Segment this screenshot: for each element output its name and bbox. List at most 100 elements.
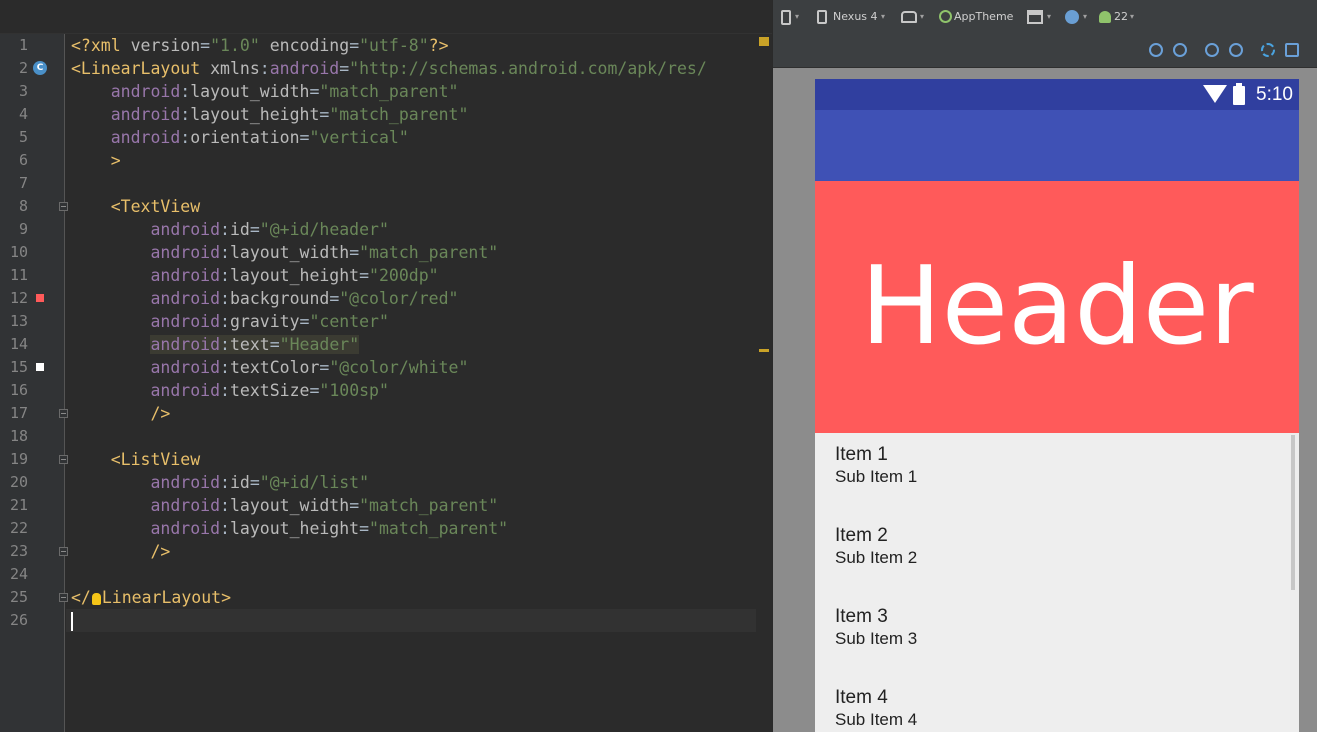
code-token: android bbox=[269, 59, 340, 78]
code-token: = bbox=[329, 289, 340, 308]
gutter-line: 19 bbox=[0, 448, 68, 471]
phone-icon bbox=[817, 10, 827, 24]
code-line[interactable]: android:orientation="vertical" bbox=[66, 126, 772, 149]
code-line[interactable]: android:layout_width="match_parent" bbox=[66, 494, 772, 517]
code-token: LinearLayout> bbox=[101, 588, 232, 607]
line-number: 18 bbox=[9, 427, 28, 445]
code-token: = bbox=[269, 335, 280, 354]
chevron-down-icon: ▾ bbox=[881, 12, 886, 21]
code-line[interactable]: android:layout_height="match_parent" bbox=[66, 103, 772, 126]
code-line[interactable]: android:layout_height="match_parent" bbox=[66, 517, 772, 540]
code-line[interactable]: android:gravity="center" bbox=[66, 310, 772, 333]
activity-dropdown[interactable]: ▾ bbox=[1025, 6, 1055, 28]
class-badge-icon[interactable]: C bbox=[33, 61, 47, 75]
code-token: android bbox=[150, 220, 221, 239]
gutter-line: 20 bbox=[0, 471, 65, 494]
code-line[interactable] bbox=[66, 425, 772, 448]
line-number: 16 bbox=[9, 381, 28, 399]
line-number: 26 bbox=[9, 611, 28, 629]
code-line[interactable]: <TextView bbox=[66, 195, 772, 218]
fold-marker-icon[interactable] bbox=[59, 593, 68, 602]
orientation-dropdown[interactable]: ▾ bbox=[899, 6, 929, 28]
code-line[interactable]: android:id="@+id/header" bbox=[66, 218, 772, 241]
stripe-warning-marker[interactable] bbox=[759, 37, 769, 46]
line-number: 22 bbox=[9, 519, 28, 537]
device-dropdown[interactable]: Nexus 4 ▾ bbox=[815, 6, 889, 28]
zoom-out-icon[interactable] bbox=[1229, 43, 1243, 57]
code-line[interactable]: android:layout_height="200dp" bbox=[66, 264, 772, 287]
code-line[interactable]: android:layout_width="match_parent" bbox=[66, 80, 772, 103]
fold-marker-icon[interactable] bbox=[59, 455, 68, 464]
code-token: "center" bbox=[309, 312, 389, 331]
code-token: : bbox=[220, 335, 230, 354]
code-token: : bbox=[259, 59, 270, 78]
list-scrollbar[interactable] bbox=[1291, 435, 1295, 590]
api-level-dropdown[interactable]: 22 ▾ bbox=[1097, 6, 1139, 28]
fold-marker-icon[interactable] bbox=[59, 202, 68, 211]
fold-marker-icon[interactable] bbox=[59, 547, 68, 556]
fold-marker-icon[interactable] bbox=[59, 409, 68, 418]
list-item[interactable]: Item 4 Sub Item 4 bbox=[815, 676, 1285, 732]
code-line[interactable] bbox=[66, 563, 772, 586]
gutter-line: 12 bbox=[0, 287, 65, 310]
color-swatch-icon[interactable] bbox=[36, 294, 44, 302]
list-item-subtitle: Sub Item 3 bbox=[835, 629, 918, 648]
design-mode-dropdown[interactable]: ▾ bbox=[779, 6, 807, 28]
code-line[interactable]: </ LinearLayout> bbox=[66, 586, 772, 609]
code-line[interactable]: /> bbox=[66, 402, 772, 425]
list-item[interactable]: Item 2 Sub Item 2 bbox=[815, 514, 1285, 595]
code-line[interactable] bbox=[66, 172, 772, 195]
color-swatch-icon[interactable] bbox=[36, 363, 44, 371]
screenshot-icon[interactable] bbox=[1285, 43, 1299, 57]
code-line[interactable]: <ListView bbox=[66, 448, 772, 471]
list-item[interactable]: Item 3 Sub Item 3 bbox=[815, 595, 1285, 676]
code-token: "200dp" bbox=[369, 266, 439, 285]
code-token: = bbox=[309, 381, 320, 400]
code-line[interactable]: android:textColor="@color/white" bbox=[66, 356, 772, 379]
code-token: <ListView bbox=[110, 450, 201, 469]
line-number: 3 bbox=[18, 82, 28, 100]
code-token: = bbox=[349, 243, 360, 262]
zoom-fit-icon[interactable] bbox=[1149, 43, 1163, 57]
gutter-line: 5 bbox=[0, 126, 65, 149]
code-token: = bbox=[200, 36, 211, 55]
code-line[interactable]: > bbox=[66, 149, 772, 172]
battery-icon bbox=[1233, 83, 1245, 105]
code-line[interactable]: <?xml version="1.0" encoding="utf-8"?> bbox=[66, 34, 772, 57]
header-textview[interactable]: Header bbox=[815, 181, 1299, 433]
code-line[interactable]: android:text="Header" bbox=[66, 333, 772, 356]
intention-bulb-icon[interactable] bbox=[91, 592, 101, 605]
code-token: layout_width bbox=[190, 82, 310, 101]
code-line[interactable]: android:background="@color/red" bbox=[66, 287, 772, 310]
locale-dropdown[interactable]: ▾ bbox=[1063, 6, 1091, 28]
code-token: layout_height bbox=[229, 266, 360, 285]
code-line[interactable]: /> bbox=[66, 540, 772, 563]
stripe-highlight-marker[interactable] bbox=[759, 349, 769, 352]
zoom-in-icon[interactable] bbox=[1205, 43, 1219, 57]
code-editor[interactable]: 1 2 C 3 4 5 6 7 8 9 10 11 12 13 14 15 16 17 18 19 20 21 22 23 24… bbox=[0, 0, 772, 732]
code-area[interactable]: <?xml version="1.0" encoding="utf-8"?> <L… bbox=[66, 34, 772, 732]
gutter-line: 3 bbox=[0, 80, 65, 103]
gutter-line: 17 bbox=[0, 402, 68, 425]
code-line[interactable] bbox=[66, 609, 772, 632]
code-line[interactable]: android:id="@+id/list" bbox=[66, 471, 772, 494]
list-item[interactable]: Item 1 Sub Item 1 bbox=[815, 433, 1285, 514]
refresh-icon[interactable] bbox=[1261, 43, 1275, 57]
code-token: "http://schemas.android.com/apk/res/ bbox=[349, 59, 707, 78]
gutter-line: 16 bbox=[0, 379, 65, 402]
code-line[interactable]: <LinearLayout xmlns:android="http://sche… bbox=[66, 57, 772, 80]
zoom-actual-icon[interactable] bbox=[1173, 43, 1187, 57]
listview[interactable]: Item 1 Sub Item 1 Item 2 Sub Item 2 Item 3 Su… bbox=[815, 433, 1299, 732]
code-line[interactable]: android:textSize="100sp" bbox=[66, 379, 772, 402]
status-bar: 5:10 bbox=[815, 79, 1299, 110]
theme-dropdown[interactable]: AppTheme bbox=[937, 6, 1015, 28]
code-token: "100sp" bbox=[319, 381, 389, 400]
code-line[interactable]: android:layout_width="match_parent" bbox=[66, 241, 772, 264]
line-number: 2 bbox=[18, 59, 28, 77]
chevron-down-icon: ▾ bbox=[1130, 12, 1135, 21]
code-token: android bbox=[150, 312, 221, 331]
list-item-title: Item 3 bbox=[835, 606, 888, 627]
